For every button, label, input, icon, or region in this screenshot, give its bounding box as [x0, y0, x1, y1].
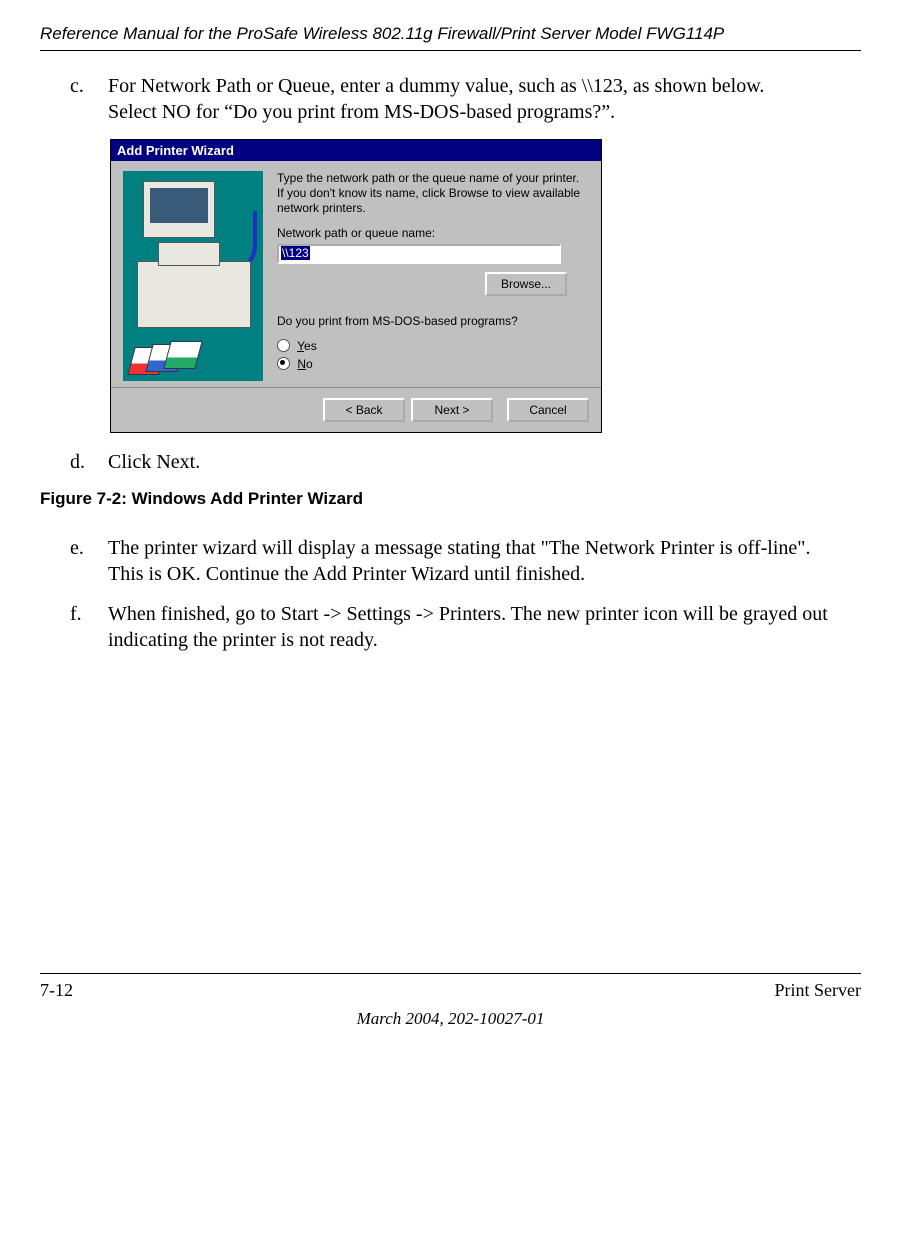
queue-name-label: Network path or queue name:	[277, 226, 589, 241]
queue-name-input[interactable]: \\123	[277, 244, 561, 264]
add-printer-wizard-window: Add Printer Wizard Type the network path…	[110, 139, 602, 433]
cancel-button[interactable]: Cancel	[507, 398, 589, 422]
radio-no[interactable]: No	[277, 357, 589, 371]
step-f-text-1: When finished, go to Start -> Settings -…	[108, 603, 828, 625]
step-e-marker: e.	[70, 535, 108, 587]
figure-caption: Figure 7-2: Windows Add Printer Wizard	[40, 489, 861, 509]
queue-name-value: \\123	[281, 246, 310, 260]
step-e-text-1: The printer wizard will display a messag…	[108, 537, 810, 559]
running-header: Reference Manual for the ProSafe Wireles…	[40, 24, 861, 44]
wizard-sidebar-graphic	[123, 171, 263, 381]
step-c-marker: c.	[70, 73, 108, 125]
dos-question-label: Do you print from MS-DOS-based programs?	[277, 314, 589, 329]
next-button[interactable]: Next >	[411, 398, 493, 422]
step-d-marker: d.	[70, 449, 108, 475]
footer-date-doc: March 2004, 202-10027-01	[40, 1009, 861, 1029]
radio-yes-label: es	[304, 339, 317, 353]
step-c-text-1: For Network Path or Queue, enter a dummy…	[108, 75, 764, 97]
step-c-text-2: Select NO for “Do you print from MS-DOS-…	[108, 101, 615, 123]
wizard-titlebar: Add Printer Wizard	[111, 140, 601, 161]
step-f-text-2: indicating the printer is not ready.	[108, 629, 378, 651]
footer-section: Print Server	[775, 980, 861, 1001]
radio-no-label: o	[306, 357, 313, 371]
back-button[interactable]: < Back	[323, 398, 405, 422]
step-f-marker: f.	[70, 601, 108, 653]
radio-yes-icon	[277, 339, 290, 352]
radio-no-icon	[277, 357, 290, 370]
footer-rule	[40, 973, 861, 974]
wizard-instruction-text: Type the network path or the queue name …	[277, 171, 589, 216]
step-e-text-2: This is OK. Continue the Add Printer Wiz…	[108, 563, 585, 585]
header-rule	[40, 50, 861, 51]
browse-button[interactable]: Browse...	[485, 272, 567, 296]
radio-yes[interactable]: Yes	[277, 339, 589, 353]
step-d-text: Click Next.	[108, 449, 861, 475]
page-number: 7-12	[40, 980, 73, 1001]
